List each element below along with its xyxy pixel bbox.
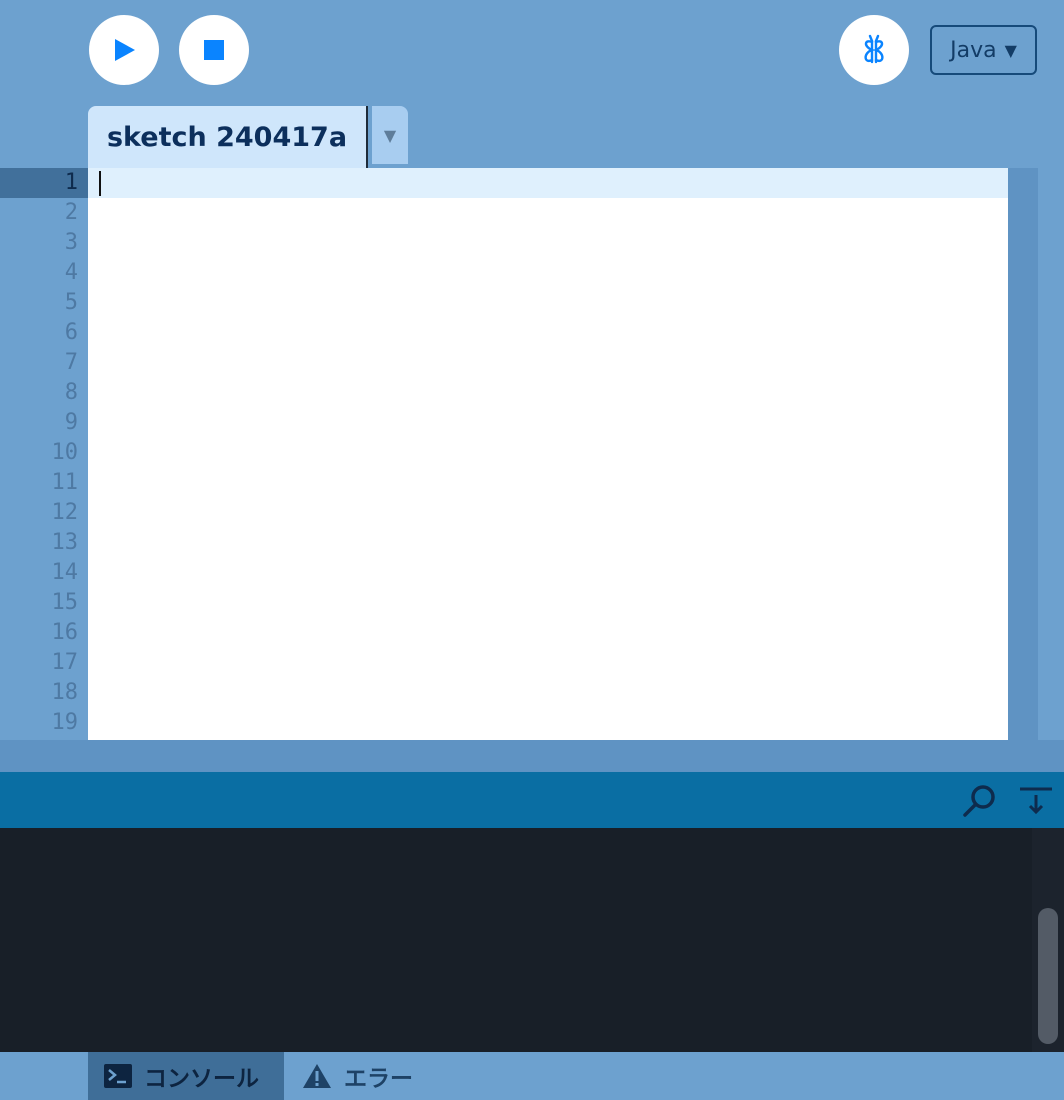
tab-errors[interactable]: エラー (302, 1052, 442, 1100)
console-output[interactable] (0, 828, 1032, 1052)
console-tab-label: コンソール (144, 1066, 259, 1092)
line-number: 2 (64, 200, 78, 225)
play-icon (115, 39, 135, 61)
warning-icon (303, 1064, 331, 1088)
tab-menu-button[interactable]: ▼ (372, 106, 408, 164)
line-number: 18 (51, 680, 79, 705)
debugger-butterfly-icon (864, 34, 884, 64)
editor-horizontal-scrollbar[interactable] (0, 740, 1064, 772)
run-button[interactable] (89, 15, 159, 85)
debugger-button[interactable] (839, 15, 909, 85)
line-number: 15 (51, 590, 79, 615)
line-number: 14 (51, 560, 79, 585)
tab-divider (366, 106, 368, 168)
line-number: 4 (64, 260, 78, 285)
text-cursor (99, 171, 101, 196)
search-icon[interactable] (962, 784, 998, 818)
editor-vertical-scrollbar[interactable] (1008, 168, 1038, 740)
mode-label: Java (950, 37, 997, 63)
console-header (0, 772, 1064, 828)
line-number: 17 (51, 650, 79, 675)
stop-button[interactable] (179, 15, 249, 85)
line-number-gutter: 1 2 3 4 5 6 7 8 9 10 11 12 13 14 15 16 1… (0, 168, 88, 740)
line-number: 3 (64, 230, 78, 255)
stop-icon (204, 40, 224, 60)
chevron-down-icon: ▼ (383, 125, 397, 145)
code-editor[interactable] (88, 168, 1008, 740)
line-number: 5 (64, 290, 78, 315)
chevron-down-icon: ▼ (1004, 40, 1017, 60)
line-number: 13 (51, 530, 79, 555)
console-scrollbar-thumb[interactable] (1038, 908, 1058, 1044)
tab-console[interactable]: コンソール (88, 1052, 284, 1100)
tab-sketch[interactable]: sketch 240417a (88, 106, 366, 168)
line-number: 16 (51, 620, 79, 645)
line-number: 12 (51, 500, 79, 525)
line-number: 19 (51, 710, 79, 735)
errors-tab-label: エラー (344, 1066, 413, 1092)
current-line-highlight (88, 168, 1008, 198)
line-number: 1 (64, 170, 78, 195)
line-number: 9 (64, 410, 78, 435)
tab-label: sketch 240417a (106, 121, 348, 153)
line-number: 6 (64, 320, 78, 345)
scroll-down-icon[interactable] (1018, 786, 1054, 816)
mode-selector[interactable]: Java ▼ (930, 25, 1037, 75)
terminal-icon (104, 1064, 132, 1088)
line-number: 10 (51, 440, 79, 465)
line-number: 11 (51, 470, 79, 495)
line-number: 7 (64, 350, 78, 375)
line-number: 8 (64, 380, 78, 405)
